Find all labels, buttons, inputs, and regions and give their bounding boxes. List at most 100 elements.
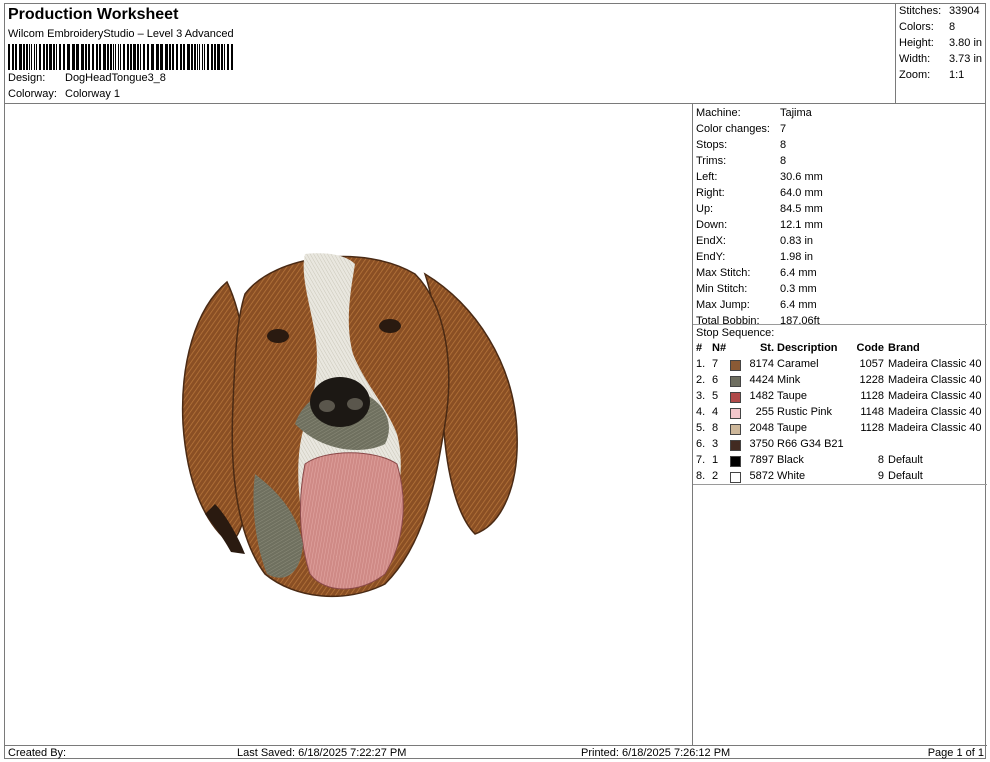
stitch-count: 5872 — [749, 470, 774, 482]
right-eye — [379, 319, 401, 333]
info-value: Tajima — [780, 107, 812, 119]
info-label: EndY: — [696, 251, 726, 263]
barcode — [8, 44, 233, 70]
thread-code: 1128 — [860, 390, 884, 402]
colorway-label: Colorway: — [8, 88, 57, 100]
info-row: Max Jump: 6.4 mm — [696, 298, 817, 314]
info-value: 84.5 mm — [780, 203, 823, 215]
needle-number: 1 — [712, 454, 719, 466]
info-label: Trims: — [696, 155, 727, 167]
thread-brand: Madeira Classic 40 — [888, 406, 982, 418]
stat-label: Height: — [899, 37, 934, 49]
col-header-description: Description — [777, 342, 838, 354]
needle-number: 3 — [712, 438, 719, 450]
thread-code: 1057 — [859, 358, 884, 370]
design-value: DogHeadTongue3_8 — [65, 72, 166, 84]
info-label: Max Stitch: — [696, 267, 751, 279]
thread-brand: Madeira Classic 40 — [888, 422, 982, 434]
thread-brand: Madeira Classic 40 — [888, 390, 982, 402]
software-name: Wilcom EmbroideryStudio – Level 3 Advanc… — [8, 28, 234, 40]
info-label: Color changes: — [696, 123, 770, 135]
info-value: 0.3 mm — [780, 283, 817, 295]
stitch-count: 4424 — [749, 374, 774, 386]
stitch-count: 3750 — [749, 438, 774, 450]
info-row: Machine: Tajima — [696, 106, 812, 122]
info-row: Left: 30.6 mm — [696, 170, 823, 186]
stat-value: 3.80 in — [949, 37, 983, 49]
stat-value: 33904 — [949, 5, 980, 17]
tongue — [299, 452, 404, 590]
stat-label: Width: — [899, 53, 931, 65]
info-value: 64.0 mm — [780, 187, 823, 199]
needle-number: 2 — [712, 470, 719, 482]
stop-index: 6. — [696, 438, 706, 450]
stat-row: Width: 3.73 in — [899, 53, 982, 65]
stat-label: Colors: — [899, 21, 934, 33]
info-row: Max Stitch: 6.4 mm — [696, 266, 817, 282]
stat-row: Height: 3.80 in — [899, 37, 982, 49]
info-label: Left: — [696, 171, 718, 183]
info-value: 8 — [780, 139, 787, 151]
thread-code: 1148 — [860, 406, 884, 418]
stop-sequence-label: Stop Sequence: — [696, 327, 775, 339]
info-row: Down: 12.1 mm — [696, 218, 823, 234]
info-value: 8 — [780, 155, 787, 167]
stitch-count: 255 — [755, 406, 774, 418]
stop-index: 5. — [696, 422, 706, 434]
info-label: Down: — [696, 219, 728, 231]
stat-row: Zoom: 1:1 — [899, 69, 964, 81]
design-row: Design: DogHeadTongue3_8 — [8, 72, 166, 84]
stop-table-end-divider — [693, 484, 987, 485]
stitch-count: 8174 — [749, 358, 774, 370]
info-row: Min Stitch: 0.3 mm — [696, 282, 817, 298]
stats-panel: Stitches: 33904 Colors: 8 Height: 3.80 in W… — [895, 4, 985, 104]
col-header-needle: N# — [712, 342, 727, 354]
thread-description: Taupe — [777, 422, 807, 434]
col-header-brand: Brand — [888, 342, 920, 354]
stitch-count: 2048 — [749, 422, 774, 434]
needle-number: 7 — [712, 358, 719, 370]
col-header-code: Code — [856, 342, 885, 354]
info-label: Min Stitch: — [696, 283, 748, 295]
info-row: Stops: 8 — [696, 138, 786, 154]
printed-date: Printed: 6/18/2025 7:26:12 PM — [581, 747, 731, 759]
thread-description: Caramel — [777, 358, 819, 370]
footer: Created By: Last Saved: 6/18/2025 7:22:2… — [5, 745, 987, 760]
created-by: Created By: — [8, 747, 67, 759]
info-label: Machine: — [696, 107, 741, 119]
design-label: Design: — [8, 72, 46, 84]
design-canvas — [5, 104, 693, 745]
stop-sequence-divider — [693, 324, 987, 325]
thread-code: 9 — [877, 470, 884, 482]
thread-code: 1228 — [859, 374, 884, 386]
thread-brand: Default — [888, 470, 923, 482]
stop-index: 7. — [696, 454, 706, 466]
stop-index: 3. — [696, 390, 706, 402]
info-label: Right: — [696, 187, 725, 199]
stat-value: 3.73 in — [949, 53, 983, 65]
needle-number: 6 — [712, 374, 719, 386]
info-row: EndY: 1.98 in — [696, 250, 813, 266]
stitch-count: 1482 — [749, 390, 774, 402]
page-title: Production Worksheet — [8, 6, 179, 23]
worksheet: Production Worksheet Wilcom EmbroiderySt… — [4, 3, 987, 760]
stat-label: Zoom: — [899, 69, 931, 81]
info-value: 12.1 mm — [780, 219, 823, 231]
page-number: Page 1 of 1 — [927, 747, 984, 759]
info-value: 7 — [780, 123, 787, 135]
info-label: Stops: — [696, 139, 728, 151]
thread-brand: Madeira Classic 40 — [888, 374, 982, 386]
needle-number: 8 — [712, 422, 719, 434]
thread-description: Taupe — [777, 390, 807, 402]
last-saved: Last Saved: 6/18/2025 7:22:27 PM — [237, 747, 407, 759]
info-row: Trims: 8 — [696, 154, 786, 170]
info-row: Up: 84.5 mm — [696, 202, 823, 218]
thread-description: White — [777, 470, 806, 482]
info-label: Up: — [696, 203, 714, 215]
thread-description: Mink — [777, 374, 801, 386]
left-nostril — [319, 400, 335, 412]
left-eye — [267, 329, 289, 343]
info-row: EndX: 0.83 in — [696, 234, 813, 250]
info-value: 30.6 mm — [780, 171, 823, 183]
info-label: EndX: — [696, 235, 726, 247]
